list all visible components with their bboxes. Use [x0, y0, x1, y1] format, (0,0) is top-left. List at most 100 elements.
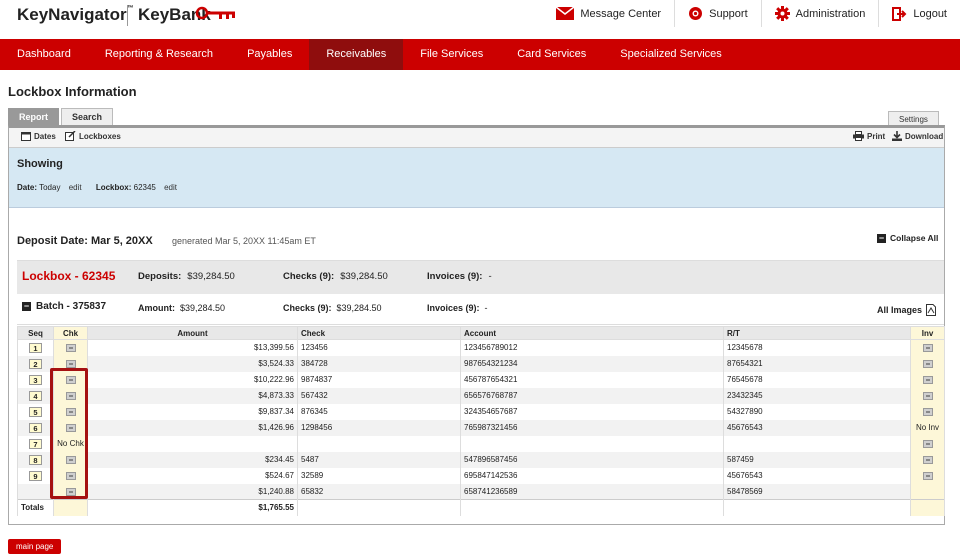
support-link[interactable]: Support — [674, 0, 761, 27]
dates-button[interactable]: Dates — [21, 131, 56, 141]
inv-cell — [910, 387, 945, 404]
seq-link[interactable]: 2 — [29, 358, 42, 369]
chk-cell — [53, 467, 88, 484]
table-row: 4 $4,873.33 567432 656576768787 23432345 — [17, 387, 945, 404]
col-chk: Chk — [53, 326, 88, 340]
settings-button[interactable]: Settings — [888, 111, 939, 126]
image-icon[interactable] — [922, 375, 933, 384]
seq-cell — [17, 483, 54, 500]
inv-cell — [910, 339, 945, 356]
seq-link[interactable]: 5 — [29, 406, 42, 417]
check-cell: 5487 — [297, 451, 461, 468]
logout-link[interactable]: Logout — [878, 0, 960, 27]
nav-receivables[interactable]: Receivables — [309, 39, 404, 70]
account-cell: 547896587456 — [460, 451, 724, 468]
main-page-button[interactable]: main page — [8, 539, 62, 554]
gear-icon — [774, 6, 790, 21]
lockboxes-button[interactable]: Lockboxes — [65, 131, 121, 141]
page-title: Lockbox Information — [8, 84, 137, 99]
image-icon[interactable] — [65, 423, 76, 432]
all-images-button[interactable]: All Images — [877, 304, 937, 316]
batch-title: Batch - 375837 — [36, 301, 107, 312]
image-icon[interactable] — [922, 439, 933, 448]
nav-dashboard[interactable]: Dashboard — [0, 39, 88, 70]
totals-account — [460, 499, 724, 516]
download-button[interactable]: Download — [892, 131, 943, 141]
nav-file-services[interactable]: File Services — [403, 39, 500, 70]
batch-toggle[interactable]: − Batch - 375837 — [22, 301, 106, 312]
lockbox-deposits: Deposits: $39,284.50 — [138, 271, 235, 282]
print-label: Print — [867, 131, 886, 141]
account-cell: 695847142536 — [460, 467, 724, 484]
print-button[interactable]: Print — [853, 131, 885, 141]
showing-section: Showing Date: Today edit Lockbox: 62345 … — [9, 148, 944, 208]
download-icon — [892, 131, 902, 141]
nav-reporting-research[interactable]: Reporting & Research — [88, 39, 230, 70]
account-cell: 656576768787 — [460, 387, 724, 404]
image-icon[interactable] — [65, 359, 76, 368]
table-row: 7 No Chk — [17, 435, 945, 452]
edit-date-link[interactable]: edit — [69, 183, 82, 192]
check-cell: 32589 — [297, 467, 461, 484]
image-icon[interactable] — [65, 455, 76, 464]
seq-link[interactable]: 8 — [29, 454, 42, 465]
lockbox-label: Lockbox: — [95, 183, 132, 192]
seq-link[interactable]: 3 — [29, 374, 42, 385]
nav-card-services[interactable]: Card Services — [500, 39, 603, 70]
account-cell: 324354657687 — [460, 403, 724, 420]
image-icon[interactable] — [65, 344, 76, 353]
administration-link[interactable]: Administration — [760, 0, 879, 27]
batch-checks: Checks (9): $39,284.50 — [283, 303, 382, 313]
lockboxes-label: Lockboxes — [79, 131, 121, 141]
image-icon[interactable] — [922, 391, 933, 400]
keynavigator-logo[interactable]: KeyNavigator™ — [17, 5, 134, 25]
showing-title: Showing — [17, 158, 63, 170]
nav-payables[interactable]: Payables — [230, 39, 309, 70]
account-cell: 456787654321 — [460, 371, 724, 388]
key-icon — [195, 6, 235, 20]
image-icon[interactable] — [65, 375, 76, 384]
image-icon[interactable] — [65, 471, 76, 480]
account-cell: 987654321234 — [460, 355, 724, 372]
table-row: 1 $13,399.56 123456 123456789012 12345678 — [17, 339, 945, 356]
seq-link[interactable]: 1 — [29, 342, 42, 353]
edit-lockbox-link[interactable]: edit — [164, 183, 177, 192]
chk-text: No Chk — [57, 439, 84, 448]
rt-cell: 87654321 — [723, 355, 911, 372]
table-row: 8 $234.45 5487 547896587456 587459 — [17, 451, 945, 468]
seq-link[interactable]: 4 — [29, 390, 42, 401]
image-icon[interactable] — [922, 407, 933, 416]
lockbox-checks: Checks (9): $39,284.50 — [283, 271, 388, 282]
table-header-row: Seq Chk Amount Check Account R/T Inv — [17, 326, 945, 340]
image-icon[interactable] — [922, 455, 933, 464]
batch-items-table: Seq Chk Amount Check Account R/T Inv 1 $1… — [17, 326, 945, 516]
deposit-date: Deposit Date: Mar 5, 20XX — [17, 235, 153, 247]
image-icon[interactable] — [922, 344, 933, 353]
seq-cell: 5 — [17, 403, 54, 420]
all-images-label: All Images — [877, 305, 923, 315]
tab-bar: Report Search — [8, 108, 115, 125]
totals-chk — [53, 499, 88, 516]
nav-specialized-services[interactable]: Specialized Services — [603, 39, 739, 70]
seq-link[interactable]: 9 — [29, 470, 42, 481]
image-icon[interactable] — [65, 487, 76, 496]
minus-icon: − — [22, 301, 31, 311]
calendar-icon — [21, 132, 31, 141]
table-row: 9 $524.67 32589 695847142536 45676543 — [17, 467, 945, 484]
image-icon[interactable] — [922, 359, 933, 368]
printer-icon — [853, 131, 864, 141]
image-icon[interactable] — [65, 391, 76, 400]
seq-cell: 1 — [17, 339, 54, 356]
amount-cell: $3,524.33 — [87, 355, 298, 372]
image-icon[interactable] — [65, 407, 76, 416]
seq-link[interactable]: 7 — [29, 438, 42, 449]
seq-link[interactable]: 6 — [29, 422, 42, 433]
image-icon[interactable] — [922, 471, 933, 480]
tab-report[interactable]: Report — [8, 108, 59, 125]
tab-search[interactable]: Search — [61, 108, 114, 125]
rt-cell: 12345678 — [723, 339, 911, 356]
collapse-all-button[interactable]: − Collapse All — [877, 233, 938, 243]
lockbox-title[interactable]: Lockbox - 62345 — [22, 269, 115, 283]
message-center-link[interactable]: Message Center — [543, 0, 674, 27]
seq-cell: 7 — [17, 435, 54, 452]
